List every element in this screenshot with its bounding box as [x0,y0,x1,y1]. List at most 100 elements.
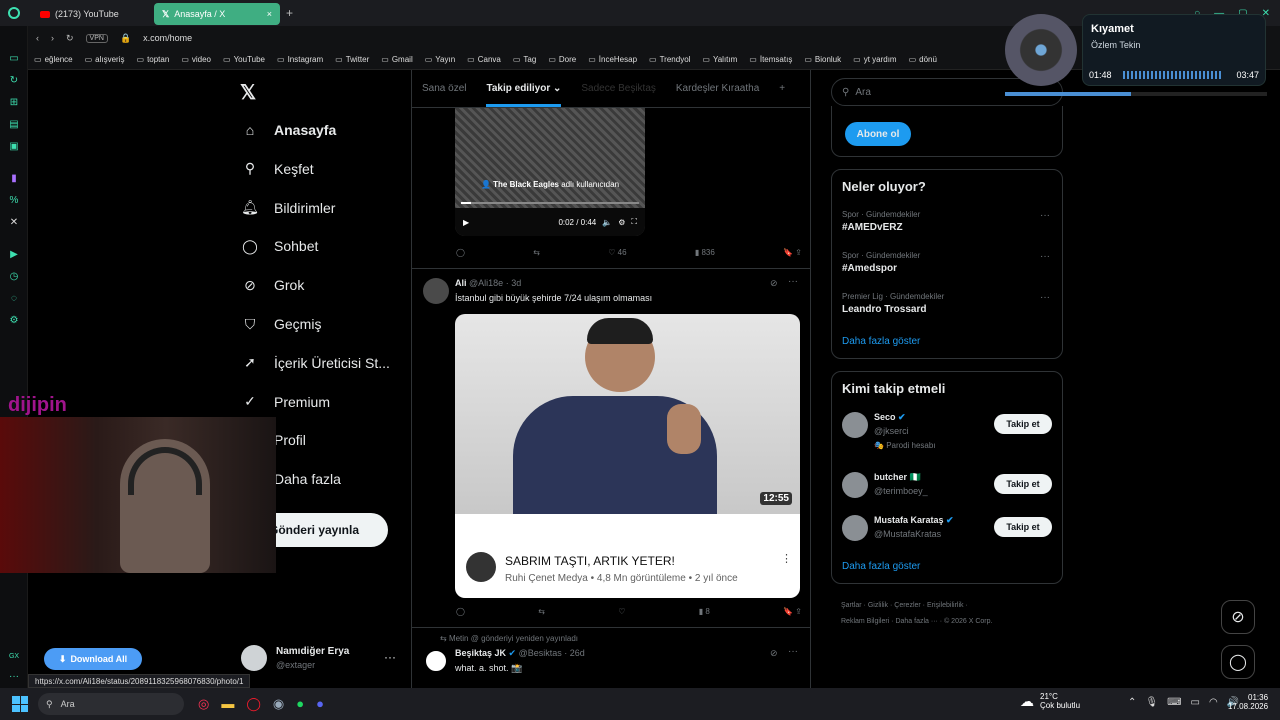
file-explorer-icon[interactable]: ▬ [221,696,234,712]
bookmark-item[interactable]: ▭ Instagram [277,55,323,64]
chevron-up-icon[interactable]: ⌃ [1128,697,1136,708]
trend-menu-icon[interactable]: ··· [1040,251,1050,262]
tab-kardesler[interactable]: Kardeşler Kıraatha [676,83,759,94]
fullscreen-icon[interactable]: ⛶ [631,217,637,227]
reply-icon[interactable]: ◯ [456,248,465,257]
repost-icon[interactable]: ⇆ [538,607,545,616]
messages-float-button[interactable]: ◯ [1221,645,1255,679]
like-icon[interactable]: ♡ [618,607,625,616]
follow-suggestion[interactable]: Mustafa Karataş ✔ @MustafaKratas Takip et [842,515,1054,555]
nav-item-verified[interactable]: ✓ Premium [240,392,330,412]
trend-menu-icon[interactable]: ··· [1040,292,1050,303]
x-icon[interactable]: ✕ [7,216,21,230]
mic-icon[interactable]: 🎙 [1145,697,1158,708]
bookmark-item[interactable]: ▭ İtemsatış [749,55,792,64]
bookmark-item[interactable]: ▭ eğlence [34,55,73,64]
youtube-link-card[interactable]: SABRIM TAŞTI, ARTIK YETER! Ruhi Çenet Me… [455,514,800,598]
nav-item-home[interactable]: ⌂ Anasayfa [240,120,337,140]
history-icon[interactable]: ↻ [7,74,21,88]
bookmark-item[interactable]: ▭ Canva [467,55,501,64]
settings-icon[interactable]: ⚙ [7,314,21,328]
trend-menu-icon[interactable]: ··· [1040,210,1050,221]
tab-following[interactable]: Takip ediliyor ⌄ [486,71,562,107]
wallet-icon[interactable]: ▭ [7,52,21,66]
weather-widget[interactable]: ☁ 21°C Çok bulutlu [1020,692,1080,710]
tab-youtube[interactable]: (2173) YouTube [32,3,154,25]
volume-icon[interactable]: 🔈 [602,218,612,227]
bookmark-item[interactable]: ▭ İnceHesap [588,55,637,64]
opera-gx-app-icon[interactable]: ◎ [198,696,209,712]
views-count[interactable]: ▮ 836 [695,248,715,257]
display-icon[interactable]: ▭ [1191,697,1200,708]
gx-corner-icon[interactable]: GX [7,650,21,664]
post-menu-icon[interactable]: ··· [788,276,798,287]
messenger-icon[interactable]: ▣ [7,140,21,154]
opera-gx-logo-icon[interactable] [8,7,20,19]
waveform[interactable] [1123,71,1223,79]
avatar[interactable] [423,648,449,674]
follow-button[interactable]: Takip et [994,517,1052,537]
grok-icon[interactable]: ⊘ [770,648,778,659]
keyboard-icon[interactable]: ⌨ [1167,697,1181,708]
nav-item-search[interactable]: ⚲ Keşfet [240,159,314,179]
repost-icon[interactable]: ⇆ [533,248,540,257]
follow-suggestion[interactable]: butcher 🇳🇬 @terimboey_ Takip et [842,472,1054,512]
spotify-icon[interactable]: ● [296,696,304,712]
new-tab-button[interactable]: + [286,6,293,20]
extensions-icon[interactable]: ⊞ [7,96,21,110]
tab-for-you[interactable]: Sana özel [422,83,466,94]
windows-start-icon[interactable] [12,696,28,712]
bookmark-item[interactable]: ▭ Tag [513,55,536,64]
bookmark-item[interactable]: ▭ Bionluk [804,55,841,64]
settings-gear-icon[interactable]: ⚙ [618,218,625,227]
nav-item-bell[interactable]: 🔔︎ Bildirimler [240,198,335,218]
opera-app-icon[interactable]: ◯ [246,696,261,712]
bookmark-item[interactable]: ▭ Yayın [425,55,455,64]
bookmark-item[interactable]: ▭ Dore [548,55,576,64]
taskbar-search[interactable]: ⚲ Ara [38,693,184,715]
like-button[interactable]: ♡ 46 [608,248,626,257]
trend-item[interactable]: Spor · Gündemdekiler #AMEDvERZ ··· [842,210,1054,233]
trend-item[interactable]: Premier Lig · Gündemdekiler Leandro Tross… [842,292,1054,315]
video-player-1[interactable]: 👤 The Black Eagles adlı kullanıcıdan ▶ 0… [455,108,645,236]
bookmark-item[interactable]: ▭ YouTube [223,55,265,64]
bookmark-item[interactable]: ▭ Gmail [381,55,412,64]
tab-besiktas[interactable]: Sadece Beşiktaş [581,83,656,94]
download-all-button[interactable]: ⬇ Download All [44,648,142,670]
bookmark-item[interactable]: ▭ toptan [137,55,170,64]
clock-icon[interactable]: ◷ [7,270,21,284]
bookmark-item[interactable]: ▭ video [181,55,211,64]
wifi-icon[interactable]: ◠ [1209,697,1218,708]
grok-float-button[interactable]: ⊘ [1221,600,1255,634]
x-logo-icon[interactable]: 𝕏 [240,80,256,105]
back-icon[interactable]: ‹ [36,33,39,43]
subscribe-button[interactable]: Abone ol [845,122,911,146]
show-more-link[interactable]: Daha fazla göster [842,336,920,347]
footer-links[interactable]: Şartlar · Gizlilik · Çerezler · Erişileb… [841,598,1061,630]
avatar[interactable] [423,278,449,304]
player-icon[interactable]: ▶ [7,248,21,262]
views-count[interactable]: ▮ 8 [699,607,710,616]
play-icon[interactable]: ▶ [463,218,469,227]
show-more-link[interactable]: Daha fazla göster [842,561,920,572]
video-progress[interactable] [461,202,639,204]
bookmark-item[interactable]: ▭ alışveriş [85,55,125,64]
twitch-icon[interactable]: ▮ [7,172,21,186]
video-thumbnail[interactable]: 12:55 [455,314,800,514]
discord-icon[interactable]: ● [316,696,324,712]
music-progress-track[interactable] [1005,92,1267,96]
yt-menu-icon[interactable]: ⋮ [781,552,792,565]
url-field[interactable]: x.com/home [143,33,192,43]
clock[interactable]: 01:36 17.08.2026 [1228,693,1268,711]
nav-item-grok[interactable]: ⊘ Grok [240,275,304,295]
tab-x-home[interactable]: 𝕏 Anasayfa / X × [154,3,280,25]
trend-item[interactable]: Spor · Gündemdekiler #Amedspor ··· [842,251,1054,274]
more-dots-icon[interactable]: ··· [7,670,21,684]
follow-suggestion[interactable]: Seco ✔ @jkserci 🎭 Parodi hesabı Takip et [842,412,1054,452]
close-tab-icon[interactable]: × [267,9,272,19]
bookmark-item[interactable]: ▭ yt yardım [853,55,896,64]
follow-button[interactable]: Takip et [994,474,1052,494]
bookmark-item[interactable]: ▭ Twitter [335,55,369,64]
nav-item-rocket[interactable]: ➚ İçerik Üreticisi St... [240,353,390,373]
bookmark-share-icons[interactable]: 🔖 ⇪ [783,607,802,616]
